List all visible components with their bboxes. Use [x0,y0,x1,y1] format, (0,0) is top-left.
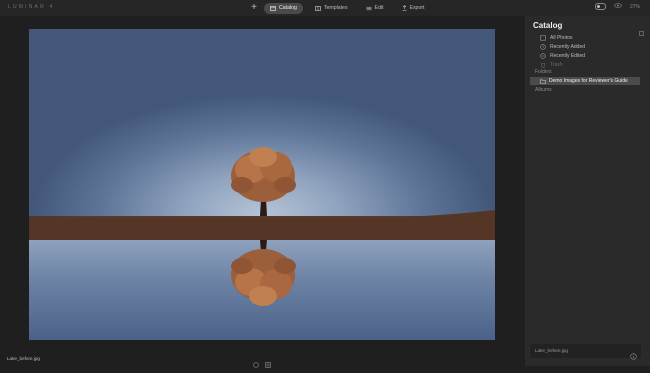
tree-illustration [231,147,296,216]
eye-icon[interactable] [614,3,622,10]
tab-export[interactable]: Export [396,3,431,14]
photo-sky [29,29,495,216]
folders-heading[interactable]: Folders [535,69,552,75]
photo-ground [29,210,495,240]
panel-title: Catalog [533,21,563,30]
current-filename: Lake_before.jpg [7,356,40,361]
app-logo: LUMINAR 4 [8,4,55,10]
tab-edit-label: Edit [374,5,384,11]
compare-toggle[interactable] [594,3,606,10]
catalog-icon [270,5,276,11]
templates-icon [315,5,321,11]
info-icon[interactable] [253,355,259,373]
sidebar-item-recently-edited[interactable]: Recently Edited [539,52,585,60]
bottom-toolbar [253,355,271,373]
albums-heading[interactable]: Albums [535,87,552,93]
tab-catalog-label: Catalog [279,5,297,11]
sidebar-item-label: Recently Edited [550,53,586,59]
clock-icon [539,44,547,50]
tab-export-label: Export [409,5,425,11]
add-button[interactable]: + [248,2,260,14]
sidebar-item-trash[interactable]: Trash [539,61,563,69]
info-filename: Lake_before.jpg [535,348,568,353]
info-circle-icon[interactable] [630,347,637,365]
tab-edit[interactable]: Edit [360,3,390,14]
sidebar-item-label: Trash [550,62,563,68]
main-photo[interactable] [29,29,495,340]
panel-options-icon[interactable] [639,23,644,41]
tab-templates[interactable]: Templates [309,3,354,14]
zoom-level[interactable]: 27% [630,4,640,10]
sidebar-item-all-photos[interactable]: All Photos [539,34,573,42]
sidebar-item-label: All Photos [550,35,573,41]
sidebar-item-label: Recently Added [550,44,586,50]
folder-icon [540,79,546,84]
sidebar-folder-demo[interactable]: Demo Images for Reviewer's Guide [530,77,640,85]
export-icon [402,5,407,11]
trash-icon [539,62,547,68]
history-icon [539,53,547,59]
tab-templates-label: Templates [323,5,348,11]
mode-tabs: + Catalog Templates Edit Export [248,2,437,14]
catalog-panel: Catalog All Photos Recently Added Recent… [525,16,650,366]
grid-icon[interactable] [265,355,271,373]
edit-icon [366,6,372,11]
view-controls: 27% [594,3,640,10]
sidebar-item-recently-added[interactable]: Recently Added [539,43,585,51]
file-info-box: Lake_before.jpg [530,344,641,360]
photo-water [29,240,495,340]
folder-label: Demo Images for Reviewer's Guide [549,78,628,84]
top-bar: LUMINAR 4 + Catalog Templates Edit Expor… [0,0,650,16]
photos-icon [539,35,547,41]
tab-catalog[interactable]: Catalog [264,2,303,14]
